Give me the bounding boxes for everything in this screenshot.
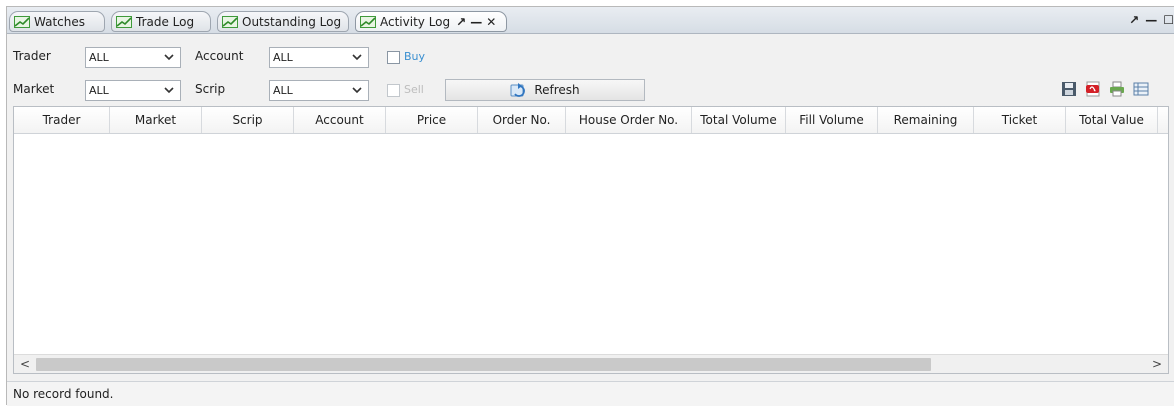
column-header-total-volume[interactable]: Total Volume	[692, 107, 786, 133]
column-header-market[interactable]: Market	[110, 107, 202, 133]
tab-watches[interactable]: Watches	[9, 11, 105, 32]
column-header-trader[interactable]: Trader	[14, 107, 110, 133]
scroll-left-icon[interactable]: <	[20, 357, 30, 371]
chart-tab-icon	[222, 15, 238, 28]
chevron-down-icon	[164, 87, 174, 94]
print-icon[interactable]	[1109, 81, 1125, 97]
column-header-scrip[interactable]: Scrip	[202, 107, 294, 133]
column-header-order-no[interactable]: Order No.	[478, 107, 566, 133]
account-select[interactable]: ALL	[269, 47, 369, 68]
buy-label: Buy	[404, 50, 426, 63]
chart-tab-icon	[116, 15, 132, 28]
column-header-fill-volume[interactable]: Fill Volume	[786, 107, 878, 133]
chevron-down-icon	[352, 87, 362, 94]
tab-label: Trade Log	[136, 14, 195, 29]
trader-label: Trader	[13, 49, 51, 63]
chart-tab-icon	[360, 15, 376, 28]
market-select[interactable]: ALL	[85, 80, 181, 101]
chevron-down-icon	[352, 54, 362, 61]
tab-label: Outstanding Log	[242, 14, 342, 29]
chevron-down-icon	[164, 54, 174, 61]
window-pin-icon[interactable]: ↗	[1129, 13, 1139, 27]
table-body	[14, 134, 1168, 354]
tab-outstanding-log[interactable]: Outstanding Log	[217, 11, 349, 32]
horizontal-scrollbar[interactable]: < >	[14, 354, 1168, 373]
scrip-label: Scrip	[195, 82, 226, 96]
tab-bar: Watches Trade Log Outstanding Log Activi…	[7, 7, 1174, 34]
market-label: Market	[13, 82, 55, 96]
scrip-select-value: ALL	[273, 84, 293, 97]
market-select-value: ALL	[89, 84, 109, 97]
column-header-remaining[interactable]: Remaining	[878, 107, 974, 133]
activity-log-window: Watches Trade Log Outstanding Log Activi…	[6, 6, 1174, 406]
window-controls: ↗ — ☐	[1129, 13, 1174, 27]
tab-label: Watches	[34, 14, 85, 29]
tab-minimize-icon[interactable]: —	[470, 15, 482, 29]
refresh-button[interactable]: Refresh	[445, 79, 645, 101]
column-header-price[interactable]: Price	[386, 107, 478, 133]
grid-view-icon[interactable]	[1133, 81, 1149, 97]
tab-label: Activity Log	[380, 14, 451, 29]
table-header-row: Trader Market Scrip Account Price Order …	[14, 107, 1168, 134]
export-toolbar	[1061, 81, 1149, 97]
tab-trade-log[interactable]: Trade Log	[111, 11, 211, 32]
trader-select[interactable]: ALL	[85, 47, 181, 68]
trader-select-value: ALL	[89, 51, 109, 64]
scrip-select[interactable]: ALL	[269, 80, 369, 101]
column-header-house-order-no[interactable]: House Order No.	[566, 107, 692, 133]
sell-label: Sell	[404, 83, 424, 96]
save-icon[interactable]	[1061, 81, 1077, 97]
buy-checkbox[interactable]	[387, 51, 400, 64]
status-bar: No record found.	[7, 381, 1174, 406]
column-header-account[interactable]: Account	[294, 107, 386, 133]
status-message: No record found.	[13, 387, 114, 401]
window-minimize-icon[interactable]: —	[1145, 13, 1157, 27]
window-maximize-icon[interactable]: ☐	[1163, 13, 1174, 27]
column-header-ticket[interactable]: Ticket	[974, 107, 1066, 133]
refresh-label: Refresh	[534, 83, 580, 97]
account-select-value: ALL	[273, 51, 293, 64]
scrollbar-thumb[interactable]	[36, 358, 931, 371]
tab-close-icon[interactable]: ✕	[486, 15, 496, 29]
tab-pin-icon[interactable]: ↗	[456, 15, 466, 29]
scroll-right-icon[interactable]: >	[1152, 357, 1162, 371]
column-header-total-value[interactable]: Total Value	[1066, 107, 1158, 133]
refresh-icon	[510, 83, 526, 97]
chart-tab-icon	[14, 15, 30, 28]
account-label: Account	[195, 49, 244, 63]
activity-log-table: Trader Market Scrip Account Price Order …	[13, 106, 1169, 374]
pdf-icon[interactable]	[1085, 81, 1101, 97]
tab-activity-log[interactable]: Activity Log ↗ — ✕	[355, 11, 507, 32]
sell-checkbox[interactable]	[387, 84, 400, 97]
